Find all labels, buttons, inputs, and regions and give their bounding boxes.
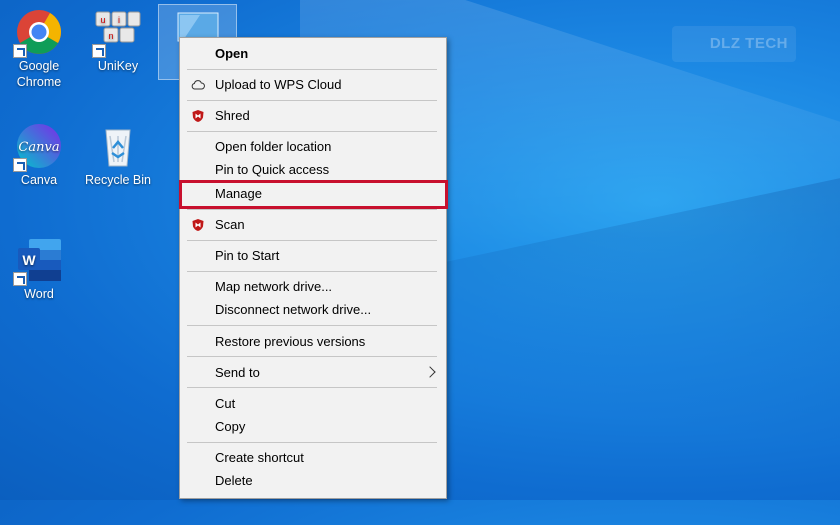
menu-item-label: Create shortcut <box>215 450 304 465</box>
menu-item-disconnect-network-drive[interactable]: Disconnect network drive... <box>180 298 446 321</box>
desktop-icon-label: Word <box>24 287 54 301</box>
watermark-logo: DLZ TECH <box>672 26 796 62</box>
menu-item-label: Disconnect network drive... <box>215 302 372 317</box>
menu-item-cut[interactable]: Cut <box>180 392 446 415</box>
menu-item-label: Delete <box>215 473 253 488</box>
svg-text:n: n <box>108 31 113 41</box>
menu-item-label: Pin to Start <box>215 248 280 263</box>
cloud-icon <box>191 80 205 90</box>
mcafee-shield-icon <box>192 110 204 122</box>
menu-separator <box>187 325 437 326</box>
menu-item-map-network-drive[interactable]: Map network drive... <box>180 275 446 298</box>
desktop-icon-recycle-bin[interactable]: Recycle Bin <box>80 122 156 188</box>
desktop-icon-chrome[interactable]: Google Chrome <box>1 8 77 90</box>
menu-item-label: Open <box>215 46 249 61</box>
menu-item-label: Open folder location <box>215 139 332 154</box>
menu-separator <box>187 356 437 357</box>
desktop-icon-label: Google Chrome <box>16 59 62 89</box>
manage-highlight-box <box>179 180 448 209</box>
recycle-bin-icon <box>94 122 142 170</box>
menu-item-pin-quick-access[interactable]: Pin to Quick access <box>180 158 446 181</box>
word-icon: W <box>13 236 63 286</box>
chevron-right-icon <box>424 366 436 378</box>
menu-item-open[interactable]: Open <box>180 42 446 65</box>
menu-item-label: Pin to Quick access <box>215 162 330 177</box>
menu-item-scan[interactable]: Scan <box>180 213 446 236</box>
menu-separator <box>187 442 437 443</box>
menu-item-delete[interactable]: Delete <box>180 469 446 492</box>
menu-item-restore-previous-versions[interactable]: Restore previous versions <box>180 330 446 353</box>
svg-text:Canva: Canva <box>18 140 59 155</box>
menu-separator <box>187 271 437 272</box>
menu-item-upload-wps-cloud[interactable]: Upload to WPS Cloud <box>180 73 446 96</box>
shortcut-arrow-icon <box>13 272 27 286</box>
menu-separator <box>187 131 437 132</box>
menu-separator <box>187 69 437 70</box>
shortcut-arrow-icon <box>13 44 27 58</box>
menu-separator <box>187 100 437 101</box>
menu-separator <box>187 209 437 210</box>
context-menu: Open Upload to WPS Cloud Shred Open fold… <box>179 37 447 499</box>
menu-item-label: Upload to WPS Cloud <box>215 77 342 92</box>
menu-item-pin-to-start[interactable]: Pin to Start <box>180 244 446 267</box>
menu-item-label: Cut <box>215 396 236 411</box>
menu-item-copy[interactable]: Copy <box>180 415 446 438</box>
svg-text:u: u <box>100 15 105 25</box>
menu-item-label: Restore previous versions <box>215 334 366 349</box>
menu-item-open-folder-location[interactable]: Open folder location <box>180 135 446 158</box>
desktop-icon-label: Recycle Bin <box>85 173 151 187</box>
menu-item-label: Scan <box>215 217 245 232</box>
menu-item-shred[interactable]: Shred <box>180 104 446 127</box>
menu-separator <box>187 387 437 388</box>
menu-item-label: Map network drive... <box>215 279 333 294</box>
desktop-icon-word[interactable]: W Word <box>1 236 77 302</box>
menu-item-label: Shred <box>215 108 250 123</box>
shortcut-arrow-icon <box>13 158 27 172</box>
menu-item-send-to[interactable]: Send to <box>180 361 446 384</box>
svg-text:i: i <box>118 15 120 25</box>
svg-text:W: W <box>22 252 36 268</box>
canva-icon: Canva <box>13 122 63 172</box>
menu-item-create-shortcut[interactable]: Create shortcut <box>180 446 446 469</box>
unikey-icon: u i n <box>92 8 142 58</box>
menu-separator <box>187 240 437 241</box>
chrome-icon <box>13 8 63 58</box>
menu-item-label: Copy <box>215 419 246 434</box>
mcafee-shield-icon <box>192 219 204 231</box>
menu-item-label: Send to <box>215 365 260 380</box>
desktop-icon-unikey[interactable]: u i n UniKey <box>80 8 156 74</box>
shortcut-arrow-icon <box>92 44 106 58</box>
desktop-icon-label: UniKey <box>97 59 139 73</box>
desktop-icon-label: Canva <box>20 173 58 187</box>
desktop-icon-canva[interactable]: Canva Canva <box>1 122 77 188</box>
